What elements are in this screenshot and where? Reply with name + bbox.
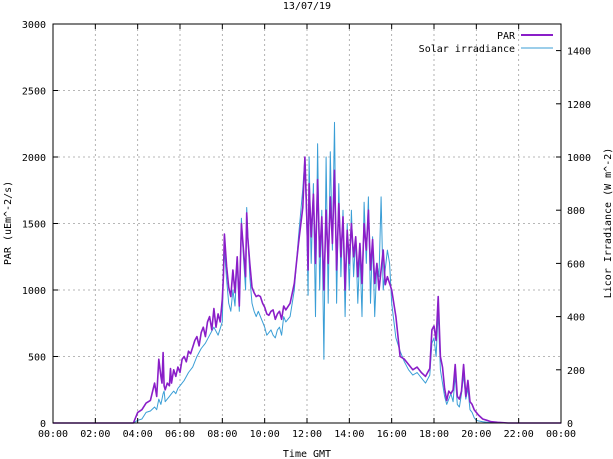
y2-tick-label: 800 — [567, 206, 585, 217]
y2-tick-label: 400 — [567, 313, 585, 324]
x-axis-label: Time GMT — [283, 449, 331, 459]
y-tick-label: 3000 — [22, 20, 46, 31]
x-tick-label: 00:00 — [38, 429, 68, 440]
x-tick-label: 16:00 — [377, 429, 407, 440]
y2-tick-label: 0 — [567, 419, 573, 430]
y2-tick-label: 200 — [567, 366, 585, 377]
x-tick-label: 06:00 — [165, 429, 195, 440]
y2-axis-label: Licor Irradiance (W m^-2) — [603, 148, 613, 299]
legend-label: Solar irradiance — [419, 44, 515, 55]
y-tick-label: 1000 — [22, 286, 46, 297]
x-tick-label: 20:00 — [461, 429, 491, 440]
y-tick-label: 0 — [40, 419, 46, 430]
x-tick-label: 22:00 — [504, 429, 534, 440]
y-tick-label: 2000 — [22, 153, 46, 164]
x-tick-label: 02:00 — [80, 429, 110, 440]
chart: 00:00 02:00 04:00 06:00 08:00 10:00 12:00 14:00… — [0, 0, 613, 459]
x-tick-label: 04:00 — [123, 429, 153, 440]
y2-tick-label: 1400 — [567, 47, 591, 58]
x-tick-label: 14:00 — [334, 429, 364, 440]
x-tick-label: 08:00 — [207, 429, 237, 440]
x-tick-label: 18:00 — [419, 429, 449, 440]
chart-title: 13/07/19 — [283, 1, 331, 12]
x-tick-label: 10:00 — [250, 429, 280, 440]
y-tick-label: 2500 — [22, 87, 46, 98]
legend-label: PAR — [497, 31, 516, 42]
y-tick-label: 1500 — [22, 220, 46, 231]
y2-tick-label: 1200 — [567, 100, 591, 111]
x-tick-label: 12:00 — [292, 429, 322, 440]
y-tick-label: 500 — [28, 353, 46, 364]
y2-tick-label: 1000 — [567, 153, 591, 164]
x-tick-label: 00:00 — [546, 429, 576, 440]
y2-tick-label: 600 — [567, 259, 585, 270]
y-axis-label: PAR (uEm^-2/s) — [3, 181, 14, 265]
